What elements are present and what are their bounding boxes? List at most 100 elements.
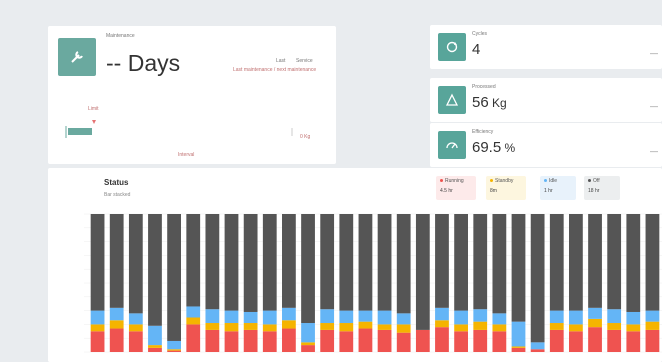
bar-segment-running[interactable] [549,329,564,352]
bar-segment-standby[interactable] [511,346,526,348]
bar-segment-standby[interactable] [588,318,602,328]
bar-segment-running[interactable] [186,324,201,352]
bar-segment-idle[interactable] [454,310,468,325]
bar-segment-running[interactable] [607,329,622,352]
bar-segment-off[interactable] [607,214,622,310]
bar-segment-idle[interactable] [473,309,488,322]
bar-segment-off[interactable] [339,214,354,311]
bar-segment-off[interactable] [645,214,660,311]
bar-segment-off[interactable] [320,214,335,310]
bar-segment-running[interactable] [645,329,660,352]
bar-segment-running[interactable] [530,349,545,352]
bar-segment-running[interactable] [148,347,162,352]
bar-segment-running[interactable] [358,328,373,352]
bar-segment-off[interactable] [186,214,201,307]
bar-segment-running[interactable] [90,331,105,352]
bar-segment-standby[interactable] [186,317,201,325]
bar-segment-off[interactable] [148,214,162,326]
bar-segment-running[interactable] [492,331,507,352]
bar-segment-standby[interactable] [339,323,354,332]
bar-segment-running[interactable] [435,327,449,352]
bar-segment-idle[interactable] [549,310,564,324]
bar-segment-standby[interactable] [396,324,411,333]
bar-segment-running[interactable] [128,331,143,352]
bar-segment-off[interactable] [128,214,143,314]
bar-segment-standby[interactable] [320,323,335,330]
bar-segment-standby[interactable] [109,320,124,329]
bar-segment-running[interactable] [415,329,430,352]
bar-segment-off[interactable] [224,214,239,311]
bar-segment-standby[interactable] [473,321,488,330]
legend-idle[interactable]: Idle 1 hr [540,176,576,200]
bar-segment-off[interactable] [301,214,315,324]
bar-segment-running[interactable] [377,329,392,352]
bar-segment-off[interactable] [167,214,181,341]
bar-segment-off[interactable] [109,214,124,308]
bar-segment-idle[interactable] [301,323,315,343]
bar-segment-idle[interactable] [224,310,239,324]
bar-segment-off[interactable] [511,214,526,322]
bar-segment-idle[interactable] [530,342,545,350]
bar-segment-off[interactable] [396,214,411,314]
bar-segment-off[interactable] [282,214,296,308]
bar-segment-standby[interactable] [243,323,258,330]
bar-segment-off[interactable] [90,214,105,311]
bar-segment-standby[interactable] [549,323,564,330]
bar-segment-standby[interactable] [301,342,315,346]
bar-segment-off[interactable] [243,214,258,312]
bar-segment-running[interactable] [626,331,641,352]
bar-segment-idle[interactable] [358,310,373,322]
bar-segment-running[interactable] [301,345,315,352]
bar-segment-running[interactable] [205,329,220,352]
bar-segment-idle[interactable] [645,310,660,322]
bar-segment-off[interactable] [415,214,430,330]
bar-segment-idle[interactable] [282,307,296,321]
legend-running[interactable]: Running 4.5 hr [436,176,476,200]
bar-segment-running[interactable] [109,328,124,352]
bar-segment-idle[interactable] [128,313,143,325]
bar-segment-standby[interactable] [569,324,583,332]
bar-segment-standby[interactable] [167,349,181,351]
bar-segment-idle[interactable] [243,311,258,324]
legend-standby[interactable]: Standby 8m [486,176,526,200]
bar-segment-standby[interactable] [205,323,220,330]
bar-segment-idle[interactable] [435,307,449,321]
bar-segment-running[interactable] [224,331,239,352]
bar-segment-off[interactable] [530,214,545,343]
bar-segment-running[interactable] [588,327,602,352]
bar-segment-idle[interactable] [148,325,162,346]
bar-segment-standby[interactable] [224,323,239,332]
bar-segment-off[interactable] [262,214,277,311]
bar-segment-running[interactable] [511,347,526,352]
bar-segment-standby[interactable] [492,324,507,332]
bar-segment-idle[interactable] [320,309,335,324]
bar-segment-standby[interactable] [90,324,105,332]
bar-segment-off[interactable] [492,214,507,314]
bar-segment-idle[interactable] [626,311,641,325]
bar-segment-standby[interactable] [377,324,392,330]
bar-segment-running[interactable] [396,332,411,352]
bar-segment-off[interactable] [569,214,583,311]
bar-segment-idle[interactable] [90,310,105,325]
bar-segment-idle[interactable] [588,307,602,319]
bar-segment-standby[interactable] [282,320,296,329]
bar-segment-running[interactable] [167,350,181,352]
bar-segment-standby[interactable] [626,324,641,332]
bar-segment-off[interactable] [205,214,220,310]
bar-segment-idle[interactable] [167,340,181,350]
bar-segment-off[interactable] [549,214,564,311]
bar-segment-off[interactable] [358,214,373,311]
bar-segment-running[interactable] [320,329,335,352]
bar-segment-running[interactable] [473,329,488,352]
bar-segment-running[interactable] [262,331,277,352]
bar-segment-standby[interactable] [645,321,660,330]
bar-segment-idle[interactable] [339,310,354,324]
bar-segment-standby[interactable] [358,321,373,329]
bar-segment-running[interactable] [339,331,354,352]
bar-segment-idle[interactable] [205,309,220,324]
bar-segment-standby[interactable] [607,323,622,330]
bar-segment-idle[interactable] [511,321,526,347]
legend-off[interactable]: Off 18 hr [584,176,620,200]
bar-segment-idle[interactable] [262,310,277,325]
bar-segment-idle[interactable] [377,310,392,325]
